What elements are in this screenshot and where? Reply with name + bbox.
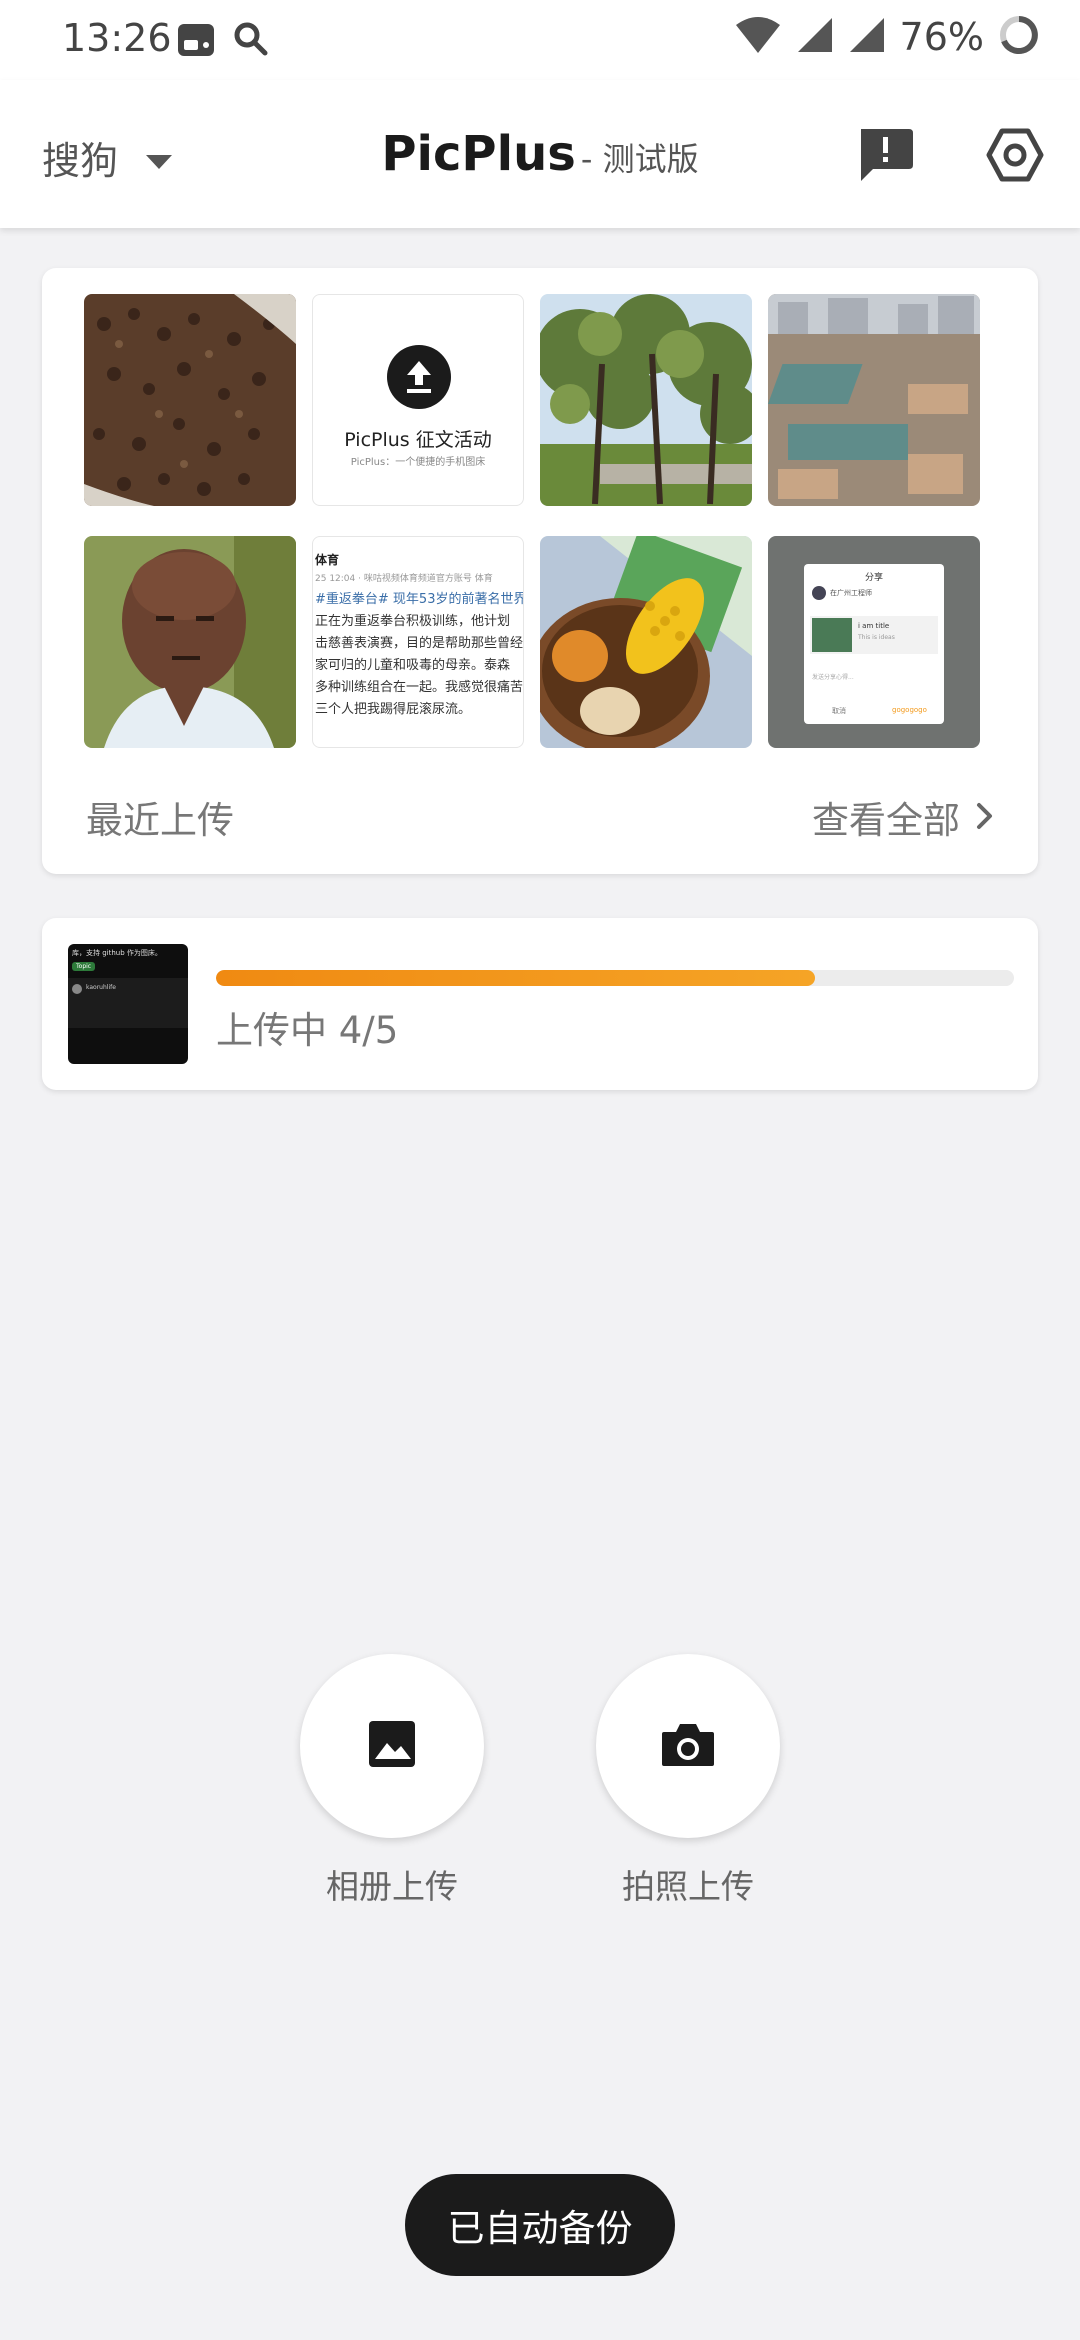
article-line: 家可归的儿童和吸毒的母亲。泰森	[315, 658, 511, 673]
share-card: i am title This is ideas	[810, 616, 938, 654]
article-line: 多种训练组合在一起。我感觉很痛苦	[315, 680, 524, 695]
article-header: 体育	[315, 553, 340, 567]
article-line: 击慈善表演赛，目的是帮助那些曾经	[315, 636, 524, 651]
upload-progress-fill	[216, 970, 815, 986]
signal-icon	[848, 16, 886, 58]
thumbnail-trees[interactable]	[540, 294, 752, 506]
thumbnail-seeds[interactable]	[84, 294, 296, 506]
camera-upload-button[interactable]: 拍照上传	[596, 1654, 780, 1908]
feedback-button[interactable]	[850, 122, 920, 192]
share-confirm: gogogogo	[892, 706, 927, 714]
upload-thumb-tag: Topic	[72, 962, 96, 971]
status-time: 13:26	[62, 16, 172, 60]
app-title-subtitle: - 测试版	[580, 140, 699, 178]
upload-thumb-text: 库，支持 github 作为图床。	[72, 949, 162, 957]
recent-uploads-label: 最近上传	[86, 799, 234, 842]
thumbnail-share-dialog[interactable]: 分享 在广州工程师 i am title This is ideas 发送分享心…	[768, 536, 980, 748]
camera-upload-circle	[596, 1654, 780, 1838]
battery-percent: 76%	[899, 15, 984, 59]
upload-progress-card: 库，支持 github 作为图床。 Topic kaoruhlife 上传中 4…	[42, 918, 1038, 1090]
share-card-title: i am title	[858, 622, 890, 630]
thumbnail-construction[interactable]	[768, 294, 980, 506]
upload-status-text: 上传中 4/5	[216, 1009, 399, 1052]
upload-thumbnail: 库，支持 github 作为图床。 Topic kaoruhlife	[68, 944, 188, 1064]
camera-upload-label: 拍照上传	[622, 1867, 754, 1906]
upload-thumb-user: kaoruhlife	[86, 984, 116, 991]
share-account: 在广州工程师	[812, 586, 872, 600]
settings-icon	[985, 125, 1045, 189]
thumbnail-promo[interactable]: PicPlus 征文活动 PicPlus：一个便捷的手机图床	[312, 294, 524, 506]
promo-subtitle: PicPlus：一个便捷的手机图床	[350, 457, 486, 468]
avatar	[812, 586, 826, 600]
share-card-desc: This is ideas	[858, 634, 895, 641]
image-icon	[367, 1719, 417, 1773]
promo-title: PicPlus 征文活动	[344, 429, 492, 451]
share-account-name: 在广州工程师	[830, 589, 872, 597]
album-upload-circle	[300, 1654, 484, 1838]
recent-uploads-card: PicPlus 征文活动 PicPlus：一个便捷的手机图床 体育 25 12:…	[42, 268, 1038, 874]
thumbnail-portrait[interactable]	[84, 536, 296, 748]
app-bar: 搜狗 PicPlus - 测试版	[0, 80, 1080, 228]
app-title-main: PicPlus	[381, 126, 576, 182]
share-card-image	[812, 618, 852, 652]
thumbnail-food[interactable]	[540, 536, 752, 748]
upload-progress-bar	[216, 970, 1014, 986]
article-line: 三个人把我踢得屁滚尿流。	[315, 702, 472, 717]
settings-button[interactable]	[980, 122, 1050, 192]
view-all-label: 查看全部	[812, 799, 960, 842]
share-cancel: 取消	[832, 707, 846, 715]
article-body: #重返拳台# 现年53岁的前著名世界 正在为重返拳台积极训练，他计划 击慈善表演…	[315, 589, 524, 721]
album-upload-button[interactable]: 相册上传	[300, 1654, 484, 1908]
chevron-right-icon	[976, 796, 994, 839]
article-line: #重返拳台# 现年53岁的前著名世界	[315, 592, 524, 607]
share-input: 发送分享心得...	[812, 674, 854, 681]
view-all-link[interactable]: 查看全部	[812, 790, 994, 844]
avatar	[72, 984, 82, 994]
article-line: 正在为重返拳台积极训练，他计划	[315, 614, 511, 629]
upload-arrow-icon	[387, 345, 451, 409]
status-bar: 13:26 76%	[0, 0, 1080, 80]
search-icon	[232, 20, 270, 62]
article-meta: 25 12:04 · 咪咕视频体育频道官方账号 体育	[315, 574, 493, 584]
thumbnail-article[interactable]: 体育 25 12:04 · 咪咕视频体育频道官方账号 体育 #重返拳台# 现年5…	[312, 536, 524, 748]
camera-icon	[660, 1720, 716, 1772]
share-dialog-title: 分享	[864, 573, 883, 583]
notification-app-icon	[176, 20, 216, 64]
share-dialog: 分享 在广州工程师 i am title This is ideas 发送分享心…	[804, 564, 944, 724]
album-upload-label: 相册上传	[326, 1867, 458, 1906]
wifi-icon	[734, 15, 782, 59]
signal-icon	[796, 16, 834, 58]
battery-ring-icon	[998, 14, 1040, 60]
feedback-icon	[855, 125, 915, 189]
auto-backup-badge: 已自动备份	[405, 2174, 675, 2276]
